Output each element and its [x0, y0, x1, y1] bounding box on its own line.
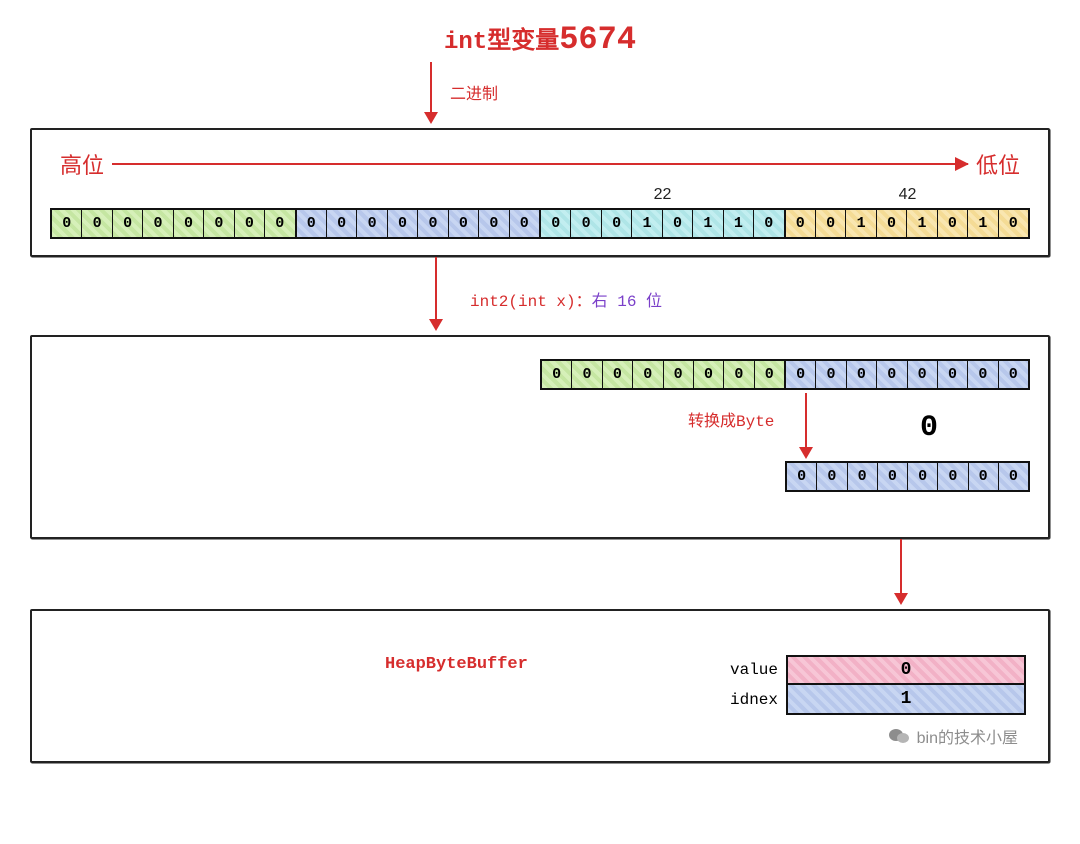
- shift-fn: int2(int x)：: [470, 293, 592, 311]
- byte-val-1: [295, 186, 540, 204]
- watermark: bin的技术小屋: [889, 724, 1018, 748]
- arrow-1-line: [430, 62, 432, 116]
- box-heap-byte-buffer: HeapByteBuffer value 0 idnex 1 bin的技术小屋: [30, 609, 1050, 763]
- bits-row-32: 00000000 00000000 00010110 00101010: [50, 208, 1030, 239]
- result-byte: 00000000: [785, 461, 1030, 492]
- shifted-byte-low: 00000000: [784, 359, 1030, 390]
- byte-val-3: 42: [785, 186, 1030, 204]
- byte-value-labels: 22 42: [50, 186, 1030, 204]
- value-label: value: [726, 655, 786, 685]
- arrow-3-line: [805, 393, 807, 451]
- index-label: idnex: [726, 685, 786, 715]
- shift-label: int2(int x)：右 16 位: [470, 287, 662, 311]
- byte-val-2: 22: [540, 186, 785, 204]
- arrow-3-head: [799, 447, 813, 459]
- shifted-byte-high: 00000000: [540, 359, 786, 390]
- wechat-icon: [889, 727, 911, 745]
- value-cell: 0: [786, 655, 1026, 685]
- arrow-to-buffer: [30, 539, 1050, 609]
- arrow-2-line: [435, 257, 437, 323]
- diagram-title: int型变量5674: [10, 20, 1070, 58]
- convert-label: 转换成Byte: [688, 407, 774, 431]
- arrow-1-head: [424, 112, 438, 124]
- shifted-16-bits: 00000000 00000000: [540, 359, 1030, 390]
- arrow-1-label: 二进制: [450, 80, 498, 104]
- high-bit-label: 高位: [60, 148, 104, 180]
- buffer-table: value 0 idnex 1: [726, 655, 1026, 715]
- result-byte-bits: 00000000: [785, 461, 1030, 492]
- byte-0: 00000000: [50, 208, 297, 239]
- shift-action: 右 16 位: [592, 293, 662, 311]
- byte-2: 00010110: [539, 208, 786, 239]
- byte-1: 00000000: [295, 208, 542, 239]
- arrow-2-head: [429, 319, 443, 331]
- byte-3: 00101010: [784, 208, 1031, 239]
- arrow-shift-right: int2(int x)：右 16 位: [30, 257, 1050, 335]
- heap-buffer-label: HeapByteBuffer: [385, 655, 528, 674]
- index-cell: 1: [786, 685, 1026, 715]
- low-bit-label: 低位: [976, 148, 1020, 180]
- byte-val-0: [50, 186, 295, 204]
- watermark-text: bin的技术小屋: [917, 724, 1018, 748]
- box-binary-32bit: 高位 低位 22 42 00000000 00000000 00010110 0…: [30, 128, 1050, 257]
- arrow-4-head: [894, 593, 908, 605]
- title-prefix: int型变量: [444, 29, 559, 56]
- high-to-low-arrow: [112, 163, 968, 165]
- title-number: 5674: [559, 21, 636, 58]
- arrow-4-line: [900, 539, 902, 597]
- box-shifted-16bit: 00000000 00000000 转换成Byte 0 00000000: [30, 335, 1050, 539]
- result-decimal: 0: [920, 411, 938, 445]
